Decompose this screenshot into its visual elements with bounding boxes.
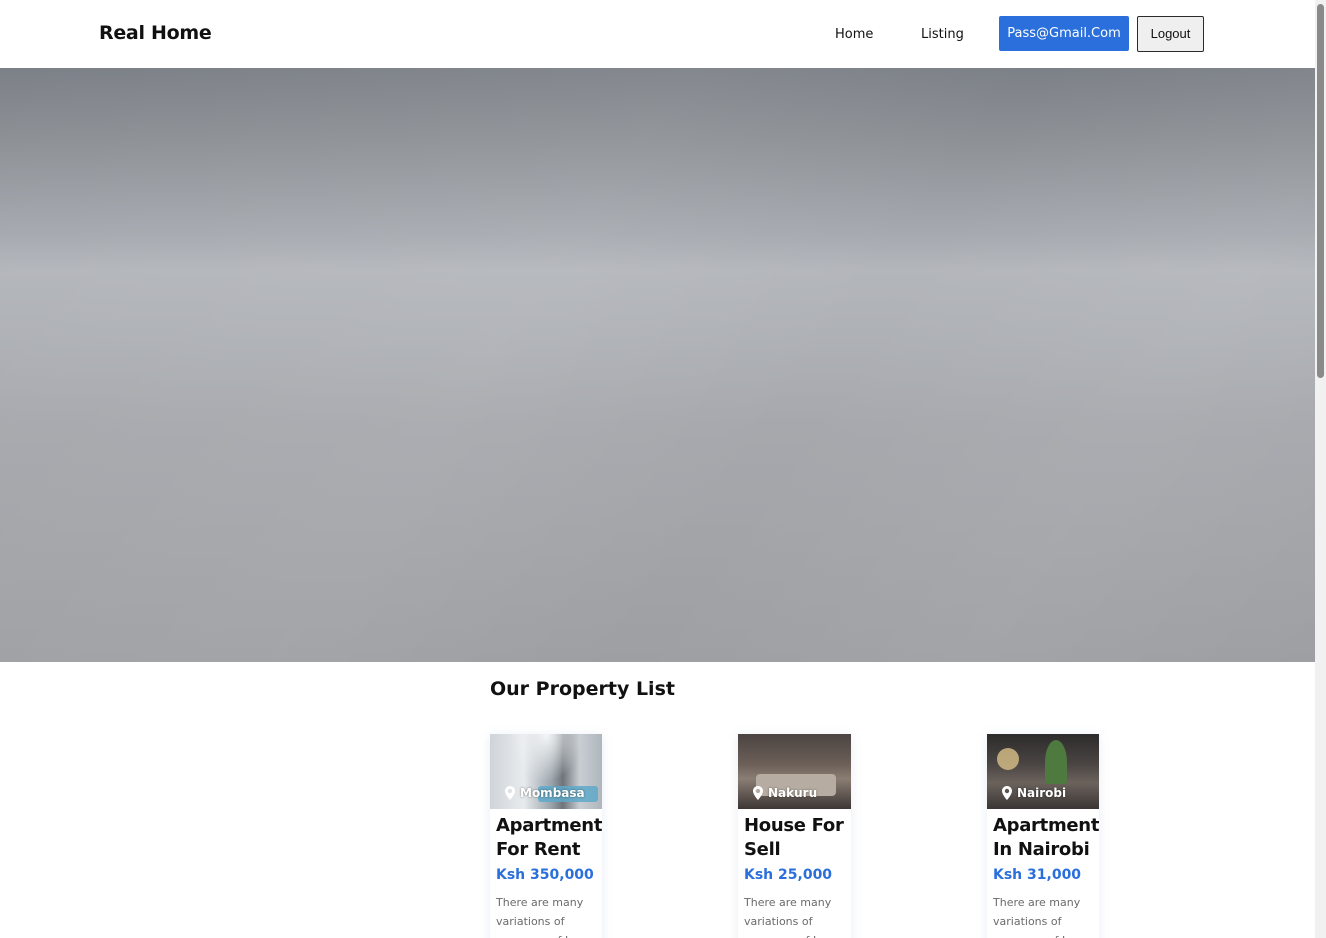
property-price: Ksh 31,000 [993,867,1082,883]
map-pin-icon [505,786,515,800]
brand-logo[interactable]: Real Home [99,22,212,44]
map-pin-icon [1002,786,1012,800]
navbar: Real Home Home Listing Pass@Gmail.Com Lo… [0,0,1315,68]
property-card[interactable]: Mombasa Apartment For Rent Ksh 350,000 T… [490,734,602,938]
page: Real Home Home Listing Pass@Gmail.Com Lo… [0,0,1315,938]
property-description: There are many variations of passages of… [496,896,599,938]
property-price: Ksh 25,000 [744,867,833,883]
property-description: There are many variations of passages of… [744,896,847,938]
vertical-scrollbar[interactable] [1315,0,1326,938]
location-label: Nakuru [768,786,818,800]
location-label: Nairobi [1017,786,1067,800]
property-price: Ksh 350,000 [496,867,594,883]
property-image[interactable]: Nakuru [738,734,851,809]
property-image[interactable]: Nairobi [987,734,1099,809]
section-title: Our Property List [490,678,675,700]
map-pin-icon [753,786,763,800]
user-email-button[interactable]: Pass@Gmail.Com [999,16,1129,51]
property-image[interactable]: Mombasa [490,734,602,809]
nav-link-home[interactable]: Home [835,27,873,42]
property-location: Nakuru [752,786,817,800]
property-description: There are many variations of passages of… [993,896,1096,938]
property-location: Mombasa [504,786,585,800]
property-title[interactable]: House For Sell [744,814,848,862]
location-label: Mombasa [520,786,585,800]
property-title[interactable]: Apartment For Rent [496,814,602,862]
scrollbar-thumb[interactable] [1317,4,1324,378]
property-location: Nairobi [1001,786,1066,800]
nav-link-listing[interactable]: Listing [921,27,964,42]
property-card[interactable]: Nairobi Apartment In Nairobi Ksh 31,000 … [987,734,1099,938]
hero-banner [0,68,1315,662]
property-title[interactable]: Apartment In Nairobi [993,814,1099,862]
logout-button[interactable]: Logout [1137,16,1204,52]
property-card[interactable]: Nakuru House For Sell Ksh 25,000 There a… [738,734,851,938]
